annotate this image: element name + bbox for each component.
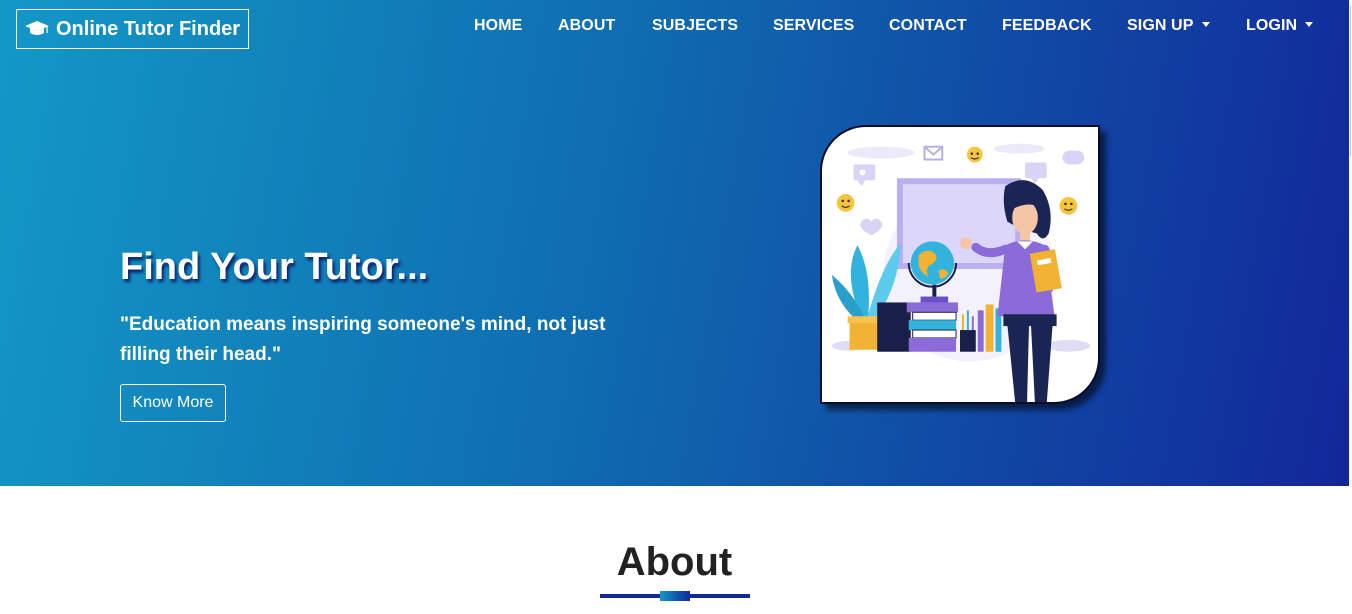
nav-login-dropdown[interactable]: LOGIN (1246, 17, 1314, 35)
nav-signup-label: SIGN UP (1127, 17, 1194, 34)
hero-title: Find Your Tutor... (120, 246, 429, 288)
nav-feedback[interactable]: FEEDBACK (1002, 17, 1092, 35)
about-underline-accent (660, 591, 690, 601)
caret-down-icon (1305, 22, 1314, 27)
nav-services[interactable]: SERVICES (773, 17, 854, 35)
teacher-illustration-card (820, 125, 1100, 404)
know-more-button[interactable]: Know More (120, 384, 226, 422)
hero-section: Online Tutor Finder HOME ABOUT SUBJECTS … (0, 0, 1349, 486)
nav-login-label: LOGIN (1246, 17, 1298, 34)
nav-signup-dropdown[interactable]: SIGN UP (1127, 17, 1210, 35)
hero-quote: "Education means inspiring someone's min… (120, 314, 606, 365)
main-nav: HOME ABOUT SUBJECTS SERVICES CONTACT FEE… (0, 17, 1349, 39)
nav-about[interactable]: ABOUT (558, 17, 615, 35)
about-heading: About (616, 540, 733, 584)
nav-subjects[interactable]: SUBJECTS (652, 17, 738, 35)
nav-contact[interactable]: CONTACT (889, 17, 967, 35)
nav-home[interactable]: HOME (474, 17, 522, 35)
teacher-illustration (831, 143, 1091, 402)
caret-down-icon (1201, 22, 1210, 27)
